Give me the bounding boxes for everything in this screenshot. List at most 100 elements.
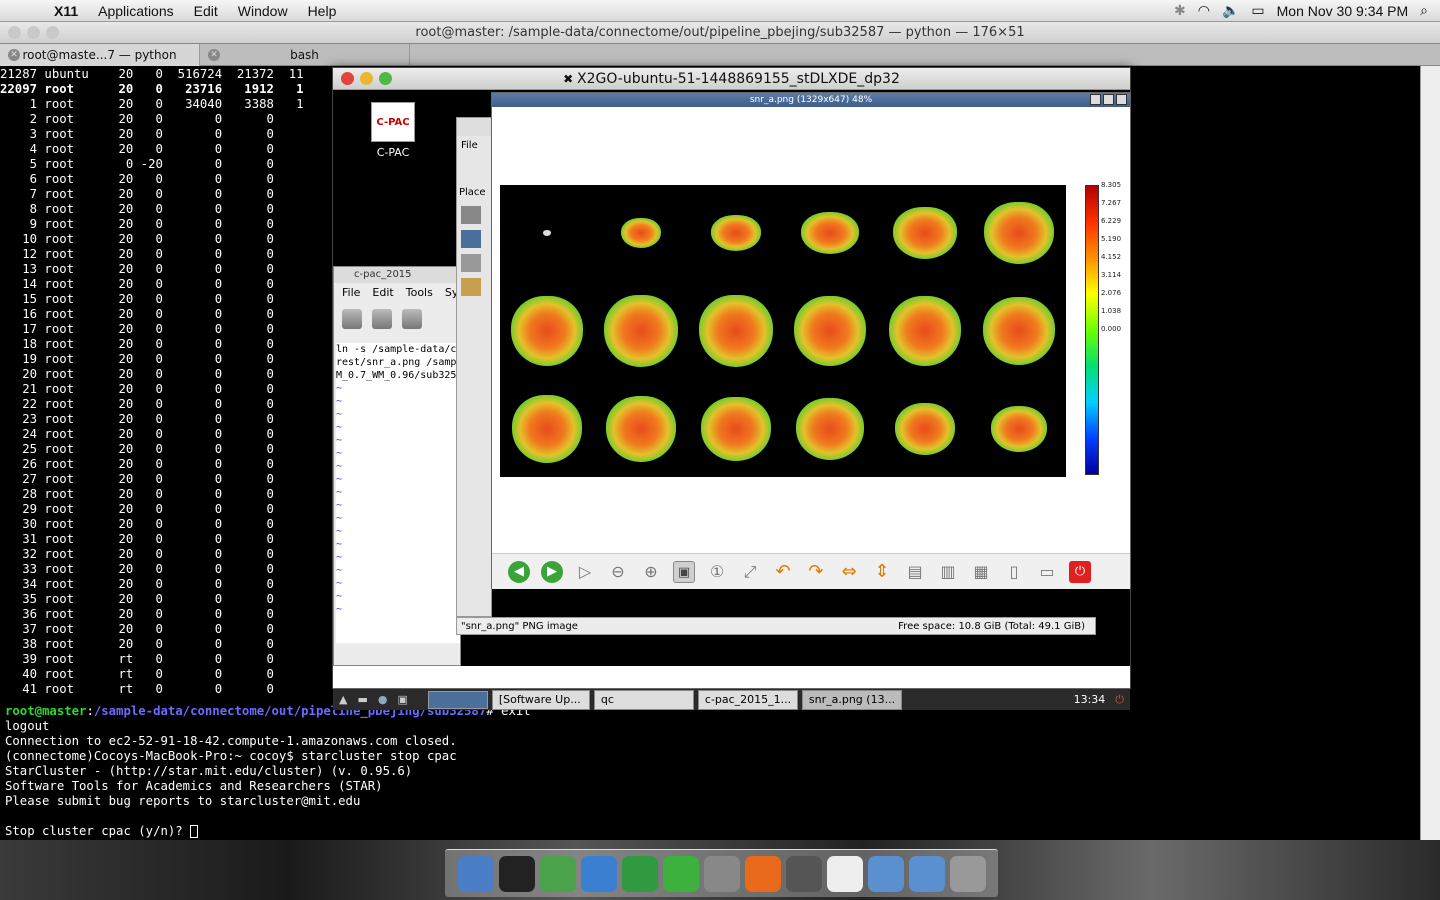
zoom-button[interactable] bbox=[379, 72, 392, 85]
close-button[interactable] bbox=[341, 72, 354, 85]
empty-line-marker: ~ bbox=[336, 604, 343, 615]
save-all-icon[interactable] bbox=[402, 309, 422, 329]
maximize-button[interactable] bbox=[1103, 94, 1114, 105]
trash-icon[interactable] bbox=[949, 855, 986, 892]
gedit-title: c-pac_2015 bbox=[334, 267, 460, 283]
fit-icon[interactable]: ▣ bbox=[673, 560, 695, 583]
prompt-area: root@master:/sample-data/connectome/out/… bbox=[5, 704, 531, 838]
menu-edit[interactable]: Edit bbox=[184, 3, 228, 19]
menu-icon[interactable]: ▲ bbox=[339, 693, 347, 706]
brain-shape bbox=[984, 202, 1055, 265]
brain-shape bbox=[794, 295, 867, 366]
wifi-icon[interactable]: ◠ bbox=[1198, 2, 1210, 19]
thunderbird-icon[interactable] bbox=[580, 855, 617, 892]
tab-bash[interactable]: ✕ bash bbox=[200, 44, 410, 66]
workspace-switcher[interactable] bbox=[427, 690, 488, 709]
firefox-icon[interactable] bbox=[744, 855, 781, 892]
volume-icon[interactable]: 🔈 bbox=[1222, 2, 1239, 19]
process-row: 1 root 20 0 34040 3388 1 bbox=[0, 97, 304, 111]
gedit-menu-edit[interactable]: Edit bbox=[372, 283, 393, 303]
remote-desktop[interactable]: C-PAC C-PAC c-pac_2015 File Edit Tools S… bbox=[333, 90, 1131, 710]
task-snr-image[interactable]: snr_a.png (13... bbox=[801, 689, 902, 710]
zoom-button[interactable] bbox=[46, 26, 59, 39]
clock[interactable]: Mon Nov 30 9:34 PM bbox=[1277, 3, 1409, 19]
save-icon[interactable]: ▥ bbox=[937, 561, 959, 583]
check-icon[interactable] bbox=[662, 855, 699, 892]
save-as-icon[interactable]: ▦ bbox=[970, 561, 992, 583]
bluetooth-icon[interactable]: ✱ bbox=[1174, 2, 1186, 19]
process-row: 41 root rt 0 0 0 bbox=[0, 682, 274, 696]
documents-folder-icon[interactable] bbox=[908, 855, 945, 892]
gedit-icon[interactable] bbox=[539, 855, 576, 892]
fullscreen-icon[interactable]: ⤢ bbox=[739, 561, 761, 583]
minimize-button[interactable] bbox=[27, 26, 40, 39]
rotate-right-icon[interactable]: ↷ bbox=[805, 561, 827, 583]
process-row: 10 root 20 0 0 0 bbox=[0, 232, 274, 246]
spotlight-icon[interactable]: ⌕ bbox=[1420, 2, 1428, 19]
terminal-icon[interactable] bbox=[498, 855, 535, 892]
apps-folder-icon[interactable] bbox=[461, 278, 481, 296]
process-row: 23 root 20 0 0 0 bbox=[0, 412, 274, 426]
gedit-text-line: M_0.7_WM_0.96/sub325 bbox=[336, 370, 457, 381]
preview-icon[interactable] bbox=[703, 855, 740, 892]
close-tab-icon[interactable]: ✕ bbox=[208, 49, 220, 61]
menu-applications[interactable]: Applications bbox=[88, 3, 184, 19]
process-list: 21287 ubuntu 20 0 516724 21372 11 22097 r… bbox=[0, 67, 304, 697]
task-qc[interactable]: qc bbox=[593, 689, 694, 710]
menu-window[interactable]: Window bbox=[228, 3, 298, 19]
applications-folder-icon[interactable] bbox=[867, 855, 904, 892]
quit-icon[interactable]: ⏻ bbox=[1069, 560, 1091, 583]
flip-horizontal-icon[interactable]: ⇔ bbox=[838, 561, 860, 583]
minimize-button[interactable] bbox=[360, 72, 373, 85]
process-row: 21287 ubuntu 20 0 516724 21372 11 bbox=[0, 67, 304, 81]
flip-vertical-icon[interactable]: ⇕ bbox=[871, 561, 893, 583]
browser-icon[interactable]: ● bbox=[378, 693, 388, 706]
x11-icon[interactable] bbox=[785, 855, 822, 892]
terminal-scrollbar[interactable] bbox=[1420, 66, 1440, 840]
gedit-menu-tools[interactable]: Tools bbox=[406, 283, 433, 303]
zoom-out-icon[interactable]: ⊖ bbox=[607, 561, 629, 583]
menu-help[interactable]: Help bbox=[298, 3, 347, 19]
x-icon[interactable] bbox=[826, 855, 863, 892]
preferences-icon[interactable]: ▭ bbox=[1036, 561, 1058, 583]
gedit-menu-file[interactable]: File bbox=[342, 283, 360, 303]
trash-folder-icon[interactable] bbox=[461, 254, 481, 272]
finder-icon[interactable] bbox=[457, 855, 494, 892]
desktop-icon-cpac[interactable]: C-PAC C-PAC bbox=[363, 102, 423, 159]
show-desktop-icon[interactable]: ▬ bbox=[357, 693, 367, 706]
delete-icon[interactable]: ▯ bbox=[1003, 561, 1025, 583]
battery-icon[interactable]: ▭ bbox=[1251, 2, 1264, 19]
minimize-button[interactable] bbox=[1090, 94, 1101, 105]
open-file-icon[interactable]: ▤ bbox=[904, 561, 926, 583]
close-button[interactable] bbox=[1116, 94, 1127, 105]
original-size-icon[interactable]: ① bbox=[706, 561, 728, 583]
desktop-folder-icon[interactable] bbox=[461, 230, 481, 248]
fm-menu-file[interactable]: File bbox=[457, 136, 491, 155]
close-button[interactable] bbox=[8, 26, 21, 39]
back-icon[interactable]: ◀ bbox=[508, 560, 530, 583]
forward-icon[interactable]: ▶ bbox=[541, 560, 563, 583]
gedit-text-area[interactable]: ln -s /sample-data/c rest/snr_a.png /samp… bbox=[336, 343, 460, 643]
zoom-in-icon[interactable]: ⊕ bbox=[640, 561, 662, 583]
colorbar-tick: 5.190 bbox=[1101, 235, 1122, 243]
process-row: 40 root rt 0 0 0 bbox=[0, 667, 274, 681]
home-folder-icon[interactable] bbox=[461, 206, 481, 224]
task-gedit[interactable]: c-pac_2015_1... bbox=[697, 689, 798, 710]
task-software-updater[interactable]: [Software Up... bbox=[491, 689, 590, 710]
cpac-logo-icon: C-PAC bbox=[371, 102, 415, 142]
windows-icon[interactable]: ▣ bbox=[397, 693, 407, 706]
fm-toolbar bbox=[457, 155, 491, 185]
play-icon[interactable]: ▷ bbox=[574, 561, 596, 583]
logout-icon[interactable]: ⏻ bbox=[1115, 693, 1130, 707]
menu-app-x11[interactable]: X11 bbox=[44, 3, 88, 19]
rotate-left-icon[interactable]: ↶ bbox=[772, 561, 794, 583]
tree-icon[interactable] bbox=[621, 855, 658, 892]
open-icon[interactable] bbox=[342, 309, 362, 329]
close-tab-icon[interactable]: ✕ bbox=[8, 49, 20, 61]
gedit-text-line: rest/snr_a.png /samp bbox=[336, 357, 457, 368]
image-viewer-toolbar: ◀ ▶ ▷ ⊖ ⊕ ▣ ① ⤢ ↶ ↷ ⇔ ⇕ ▤ ▥ ▦ ▯ ▭ ⏻ bbox=[492, 553, 1130, 589]
fm-places: Place bbox=[459, 187, 486, 198]
taskbar-clock[interactable]: 13:34 bbox=[1064, 693, 1116, 706]
save-icon[interactable] bbox=[372, 309, 392, 329]
tab-python[interactable]: ✕ root@maste...7 — python bbox=[0, 44, 200, 66]
